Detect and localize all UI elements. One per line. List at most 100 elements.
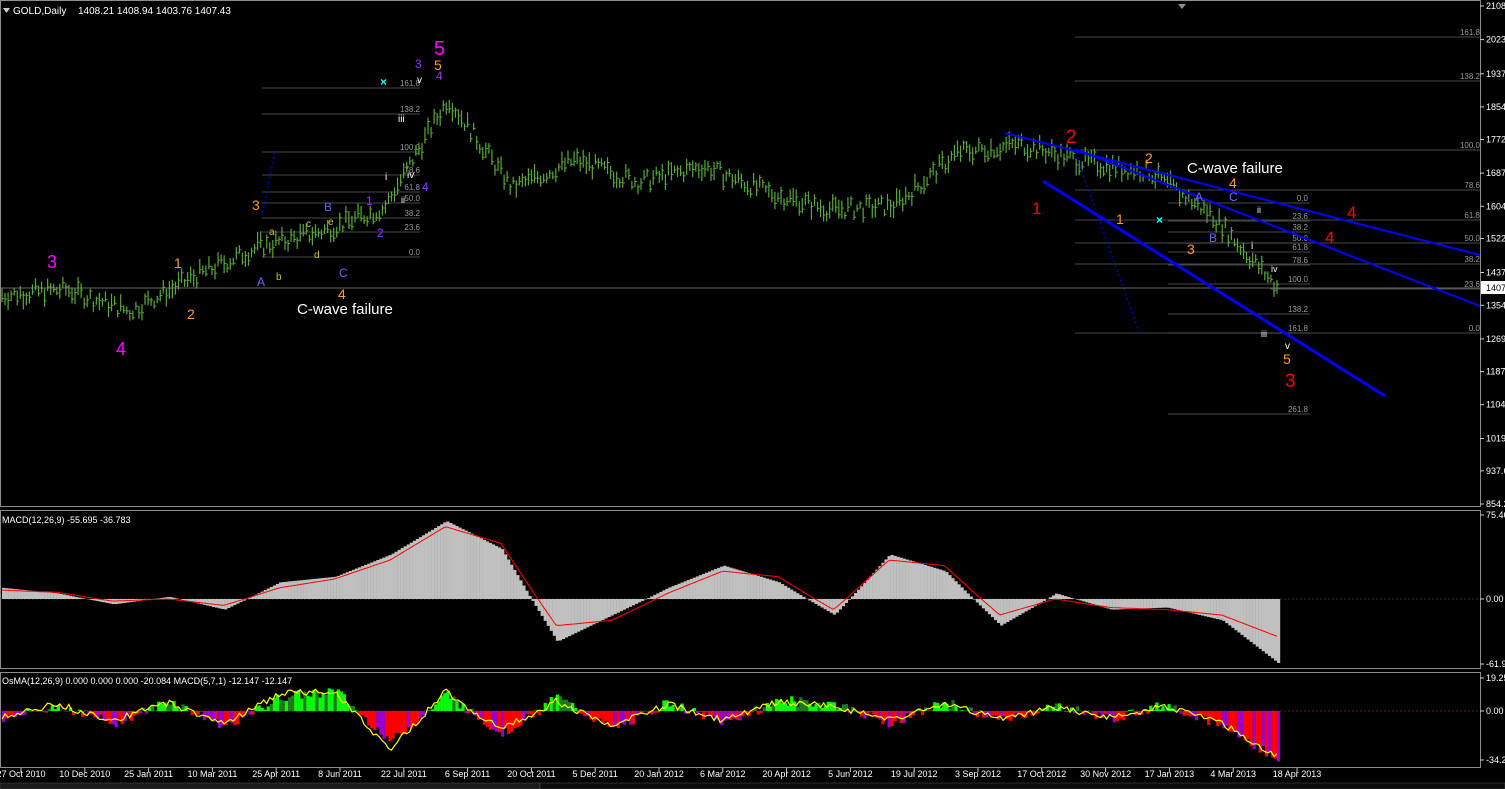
macd-bar xyxy=(218,599,222,609)
macd-bar xyxy=(847,599,852,600)
osma-bar xyxy=(990,711,995,716)
macd-bar xyxy=(93,599,97,601)
macd-bar xyxy=(653,594,657,599)
time-axis[interactable]: 27 Oct 2010 10 Dec 2010 25 Jan 2011 10 Mar … xyxy=(0,768,1321,779)
time-tick-label: 19 Jul 2012 xyxy=(891,769,938,779)
macd-bar xyxy=(954,581,958,599)
macd-bar xyxy=(184,599,188,601)
horizontal-scrollbar[interactable] xyxy=(539,782,1505,789)
osma-bar xyxy=(306,695,310,711)
macd-bar xyxy=(491,544,496,599)
macd-bar xyxy=(1216,599,1220,620)
macd-bar xyxy=(373,561,377,599)
symbol-label: GOLD,Daily xyxy=(13,6,66,17)
macd-bar xyxy=(498,547,502,599)
osma-bar xyxy=(1015,711,1019,713)
macd-bar xyxy=(281,582,286,599)
macd-bar xyxy=(936,568,940,599)
macd-bar xyxy=(744,572,748,599)
wave-label-orange: 3 xyxy=(252,197,260,213)
macd-bar xyxy=(1018,599,1022,615)
macd-bar xyxy=(1270,599,1275,659)
osma-bar xyxy=(196,711,200,715)
osma-bar xyxy=(215,711,219,720)
macd-bar xyxy=(1267,599,1272,656)
osma-bar xyxy=(361,711,365,715)
cross-marker-icon[interactable]: × xyxy=(380,75,387,89)
macd-bar xyxy=(793,591,797,599)
osma-bar xyxy=(580,711,584,714)
channel-lower-line[interactable] xyxy=(1042,179,1386,398)
macd-bar xyxy=(641,599,645,601)
osma-bar xyxy=(510,711,514,733)
price-tick-label: 1937.60 xyxy=(1486,69,1505,79)
macd-bar xyxy=(81,598,85,599)
macd-bar xyxy=(1124,599,1129,610)
osma-bar xyxy=(869,711,873,713)
macd-bar xyxy=(908,560,913,599)
wave-label-blue: B xyxy=(1209,231,1217,245)
osma-bar xyxy=(1076,706,1080,711)
price-tick-label: 1104.34 xyxy=(1486,400,1505,410)
time-tick-label: 20 Jan 2012 xyxy=(634,769,684,779)
cwave-failure-left: C-wave failure xyxy=(297,301,393,318)
macd-bar xyxy=(330,577,334,599)
osma-bar xyxy=(592,711,596,722)
osma-bar xyxy=(300,698,304,711)
macd-bar xyxy=(637,599,642,603)
macd-bar xyxy=(777,582,782,599)
ohlc-values: 1408.21 1408.94 1403.76 1407.43 xyxy=(78,6,231,17)
macd-bar xyxy=(1188,599,1192,613)
macd-bar xyxy=(790,589,794,599)
macd-bar xyxy=(866,579,870,599)
osma-bar xyxy=(479,711,483,719)
osma-bar xyxy=(373,711,377,731)
collapse-arrow-icon[interactable] xyxy=(3,8,10,13)
fib-level-label: 23.6 xyxy=(1292,212,1308,221)
macd-bar xyxy=(376,559,380,599)
time-tick-label: 10 Dec 2010 xyxy=(59,769,110,779)
osma-bar xyxy=(549,696,553,711)
osma-bar xyxy=(406,711,410,728)
macd-bar xyxy=(336,575,340,599)
macd-bar xyxy=(698,575,703,599)
osma-macd-line xyxy=(1,688,1278,758)
macd-bar xyxy=(428,531,432,599)
macd-bar xyxy=(361,566,365,599)
scroll-marker-icon[interactable] xyxy=(1178,4,1186,9)
time-tick-label: 30 Nov 2012 xyxy=(1080,769,1131,779)
macd-bar xyxy=(1027,599,1031,610)
price-axis[interactable]: 2108.30 2023.74 1937.60 1854.20 1772.12 1687.… xyxy=(1480,1,1505,509)
osma-bar xyxy=(799,697,803,711)
osma-bar xyxy=(266,706,270,711)
macd-bar xyxy=(634,599,639,604)
macd-bar xyxy=(400,548,404,599)
macd-bar xyxy=(1167,599,1171,608)
cross-marker-icon[interactable]: × xyxy=(1156,213,1163,227)
osma-bar xyxy=(1003,711,1007,717)
osma-bar xyxy=(1234,711,1238,733)
macd-bar xyxy=(969,596,973,599)
osma-bar xyxy=(1103,711,1107,715)
osma-bar xyxy=(613,711,617,726)
osma-bar xyxy=(482,711,486,725)
osma-bar xyxy=(251,711,255,715)
macd-bar xyxy=(333,576,337,599)
osma-bar xyxy=(1240,711,1244,736)
macd-bar xyxy=(507,559,511,599)
macd-bar xyxy=(1176,599,1180,610)
chart-canvas[interactable]: GOLD,Daily 1408.21 1408.94 1403.76 1407.… xyxy=(0,0,1505,789)
osma-bar xyxy=(278,699,283,711)
osma-bar xyxy=(449,698,453,711)
sheet-tabs-bar[interactable] xyxy=(0,782,541,789)
osma-bar xyxy=(960,710,964,711)
macd-bar xyxy=(90,599,94,600)
fib-level-label: 38.2 xyxy=(1292,223,1308,232)
macd-bar xyxy=(1194,599,1199,615)
macd-bar xyxy=(56,593,60,599)
channel-upper-line[interactable] xyxy=(1004,132,1481,256)
macd-bar xyxy=(504,554,508,599)
macd-bar xyxy=(893,555,897,599)
macd-bar xyxy=(440,524,444,599)
price-tick-label: 1604.00 xyxy=(1486,201,1505,211)
